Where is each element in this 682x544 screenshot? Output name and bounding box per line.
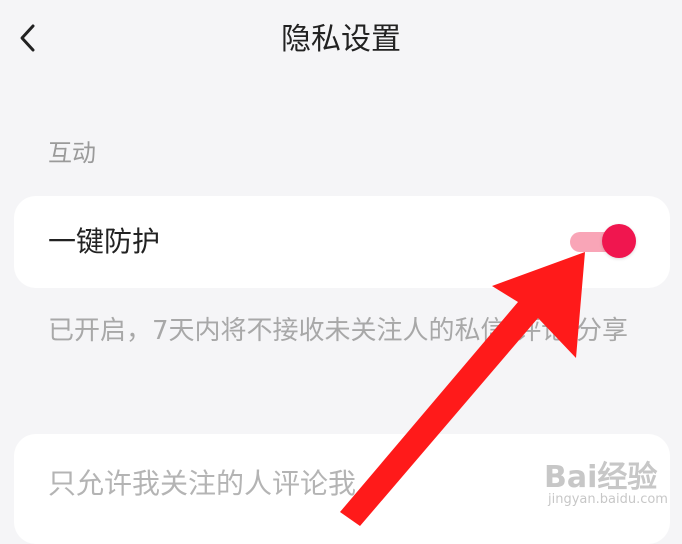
protection-card: 一键防护 <box>14 196 670 288</box>
protection-label: 一键防护 <box>48 225 161 258</box>
watermark-url: jingyan.baidu.com <box>548 492 668 507</box>
header-bar: 隐私设置 <box>0 0 682 80</box>
baidu-jingyan-watermark: Bai经验 jingyan.baidu.com <box>544 448 674 518</box>
protection-toggle[interactable] <box>566 224 636 258</box>
protection-description: 已开启，7天内将不接收未关注人的私信/评论/分享 <box>48 316 629 346</box>
page-title: 隐私设置 <box>281 22 401 57</box>
section-label-interaction: 互动 <box>48 139 96 167</box>
comment-setting-label: 只允许我关注的人评论我 <box>48 467 357 500</box>
toggle-knob <box>602 224 636 258</box>
watermark-brand: Bai经验 <box>544 460 658 495</box>
